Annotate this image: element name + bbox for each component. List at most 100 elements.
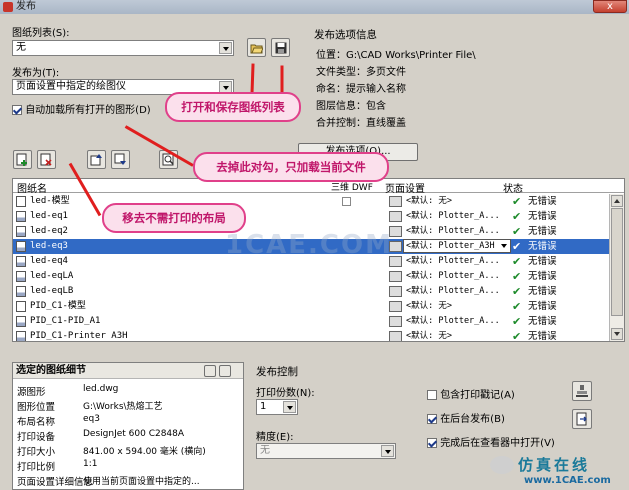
detail-key: 源图形 bbox=[17, 387, 46, 398]
table-row[interactable]: PID_C1-Printer A3H <默认: 无> ✔ 无错误 bbox=[13, 329, 609, 342]
layout-icon bbox=[16, 256, 26, 267]
page-setup[interactable]: <默认: 无> bbox=[406, 194, 452, 209]
page-setup[interactable]: <默认: Plotter_A... bbox=[406, 209, 500, 224]
sheet-name: PID_C1-模型 bbox=[30, 301, 86, 311]
model-space-icon bbox=[16, 301, 26, 312]
precision-select[interactable]: 无 bbox=[256, 443, 396, 459]
info-key: 图层信息： bbox=[316, 101, 366, 112]
publish-to-value: 页面设置中指定的绘图仪 bbox=[16, 81, 126, 92]
status-text: 无错误 bbox=[528, 241, 557, 252]
sheet-name: led-eq2 bbox=[30, 226, 68, 236]
table-row[interactable]: led-模型 <默认: 无> ✔ 无错误 bbox=[13, 194, 609, 209]
ok-check-icon: ✔ bbox=[512, 330, 522, 342]
plot-stamp-settings-button[interactable] bbox=[572, 381, 592, 401]
watermark-center: 1CAE.COM bbox=[225, 230, 393, 260]
copies-spinner[interactable]: 1 bbox=[256, 399, 298, 415]
options-info-row: 图层信息：包含 bbox=[316, 97, 386, 112]
scroll-thumb[interactable] bbox=[611, 208, 623, 316]
save-sheet-list-button[interactable] bbox=[271, 38, 290, 57]
close-button[interactable]: x bbox=[593, 0, 627, 13]
table-row[interactable]: PID_C1-模型 <默认: 无> ✔ 无错误 bbox=[13, 299, 609, 314]
option-background-publish[interactable]: 在后台发布(B) bbox=[427, 410, 505, 425]
load-sheet-list-button[interactable] bbox=[247, 38, 266, 57]
3d-dwf-checkbox[interactable] bbox=[342, 197, 351, 206]
header-status[interactable]: 状态 bbox=[503, 180, 523, 195]
status-text: 无错误 bbox=[528, 226, 557, 237]
move-sheet-up-button[interactable] bbox=[87, 150, 106, 169]
detail-key: 打印设备 bbox=[17, 432, 56, 443]
save-disk-icon bbox=[275, 42, 286, 53]
layout-icon bbox=[16, 241, 26, 252]
detail-value: 使用当前页面设置中指定的... bbox=[83, 477, 200, 487]
detail-key: 打印比例 bbox=[17, 462, 56, 473]
publish-to-label: 发布为(T): bbox=[12, 68, 60, 79]
status-text: 无错误 bbox=[528, 256, 557, 267]
export-doc-icon bbox=[576, 412, 587, 426]
watermark-site: www.1CAE.com bbox=[524, 475, 611, 486]
layout-icon bbox=[16, 211, 26, 222]
table-row[interactable]: led-eqLB <默认: Plotter_A... ✔ 无错误 bbox=[13, 284, 609, 299]
move-sheet-down-button[interactable] bbox=[111, 150, 130, 169]
auto-load-checkbox[interactable] bbox=[12, 105, 22, 115]
sheet-list-select[interactable]: 无 bbox=[12, 40, 234, 56]
layout-icon bbox=[16, 226, 26, 237]
sheet-name: led-eq3 bbox=[30, 241, 68, 251]
auto-load-checkbox-row[interactable]: 自动加载所有打开的图形(D) bbox=[12, 101, 151, 116]
details-expand-icon[interactable] bbox=[219, 365, 231, 377]
status-text: 无错误 bbox=[528, 286, 557, 297]
page-setup[interactable]: <默认: Plotter_A... bbox=[406, 224, 500, 239]
table-row[interactable]: led-eqLA <默认: Plotter_A... ✔ 无错误 bbox=[13, 269, 609, 284]
chevron-down-icon[interactable] bbox=[381, 445, 394, 457]
ok-check-icon: ✔ bbox=[512, 255, 522, 268]
model-space-icon bbox=[16, 196, 26, 207]
info-value: 多页文件 bbox=[366, 67, 406, 78]
page-setup[interactable]: <默认: Plotter_A... bbox=[406, 284, 500, 299]
detail-value: eq3 bbox=[83, 414, 100, 424]
spinner-icon[interactable] bbox=[283, 401, 296, 413]
status-text: 无错误 bbox=[528, 211, 557, 222]
table-scrollbar[interactable] bbox=[609, 194, 624, 341]
detail-key: 图形位置 bbox=[17, 402, 56, 413]
add-sheets-button[interactable] bbox=[13, 150, 32, 169]
table-row[interactable]: PID_C1-PID_A1 <默认: Plotter_A... ✔ 无错误 bbox=[13, 314, 609, 329]
scroll-down-icon[interactable] bbox=[611, 328, 623, 340]
header-sheet-name[interactable]: 图纸名 bbox=[17, 180, 47, 195]
remove-sheets-button[interactable] bbox=[37, 150, 56, 169]
header-page-setup[interactable]: 页面设置 bbox=[385, 180, 425, 195]
open-viewer-checkbox[interactable] bbox=[427, 438, 437, 448]
plot-stamp-checkbox[interactable] bbox=[427, 390, 437, 400]
option-open-viewer[interactable]: 完成后在查看器中打开(V) bbox=[427, 434, 555, 449]
export-button[interactable] bbox=[572, 409, 592, 429]
chevron-down-icon[interactable] bbox=[219, 42, 232, 54]
plotter-icon bbox=[389, 286, 402, 297]
layout-icon bbox=[16, 331, 26, 341]
status-text: 无错误 bbox=[528, 271, 557, 282]
page-setup[interactable]: <默认: Plotter_A... bbox=[406, 254, 500, 269]
publish-control-title: 发布控制 bbox=[256, 366, 298, 378]
sheet-name: led-eqLA bbox=[30, 271, 74, 281]
page-setup[interactable]: <默认: 无> bbox=[406, 329, 452, 341]
page-setup-select[interactable]: <默认: Plotter_A3H bbox=[403, 239, 511, 253]
plotter-icon bbox=[389, 316, 402, 327]
open-viewer-label: 完成后在查看器中打开(V) bbox=[440, 438, 555, 449]
info-value: 包含 bbox=[366, 101, 386, 112]
remove-sheet-icon bbox=[40, 153, 52, 166]
background-publish-checkbox[interactable] bbox=[427, 414, 437, 424]
arrow-line bbox=[280, 65, 284, 94]
plot-stamp-label: 包含打印戳记(A) bbox=[440, 390, 515, 401]
detail-value: 841.00 x 594.00 毫米 (横向) bbox=[83, 447, 206, 457]
page-setup[interactable]: <默认: Plotter_A... bbox=[406, 314, 500, 329]
detail-value: DesignJet 600 C2848A bbox=[83, 429, 185, 439]
option-plot-stamp[interactable]: 包含打印戳记(A) bbox=[427, 386, 515, 401]
precision-value: 无 bbox=[260, 445, 270, 456]
precision-label: 精度(E): bbox=[256, 432, 294, 443]
options-info-row: 文件类型：多页文件 bbox=[316, 63, 406, 78]
info-value: 提示输入名称 bbox=[346, 84, 406, 95]
details-collapse-icon[interactable] bbox=[204, 365, 216, 377]
page-setup[interactable]: <默认: Plotter_A... bbox=[406, 269, 500, 284]
sheets-table[interactable]: 图纸名 三维 DWF 页面设置 状态 led-模型 <默认: 无> ✔ 无错误 led-… bbox=[12, 178, 625, 342]
page-setup[interactable]: <默认: 无> bbox=[406, 299, 452, 314]
copies-value: 1 bbox=[260, 401, 267, 412]
ok-check-icon: ✔ bbox=[512, 285, 522, 298]
scroll-up-icon[interactable] bbox=[611, 195, 623, 207]
